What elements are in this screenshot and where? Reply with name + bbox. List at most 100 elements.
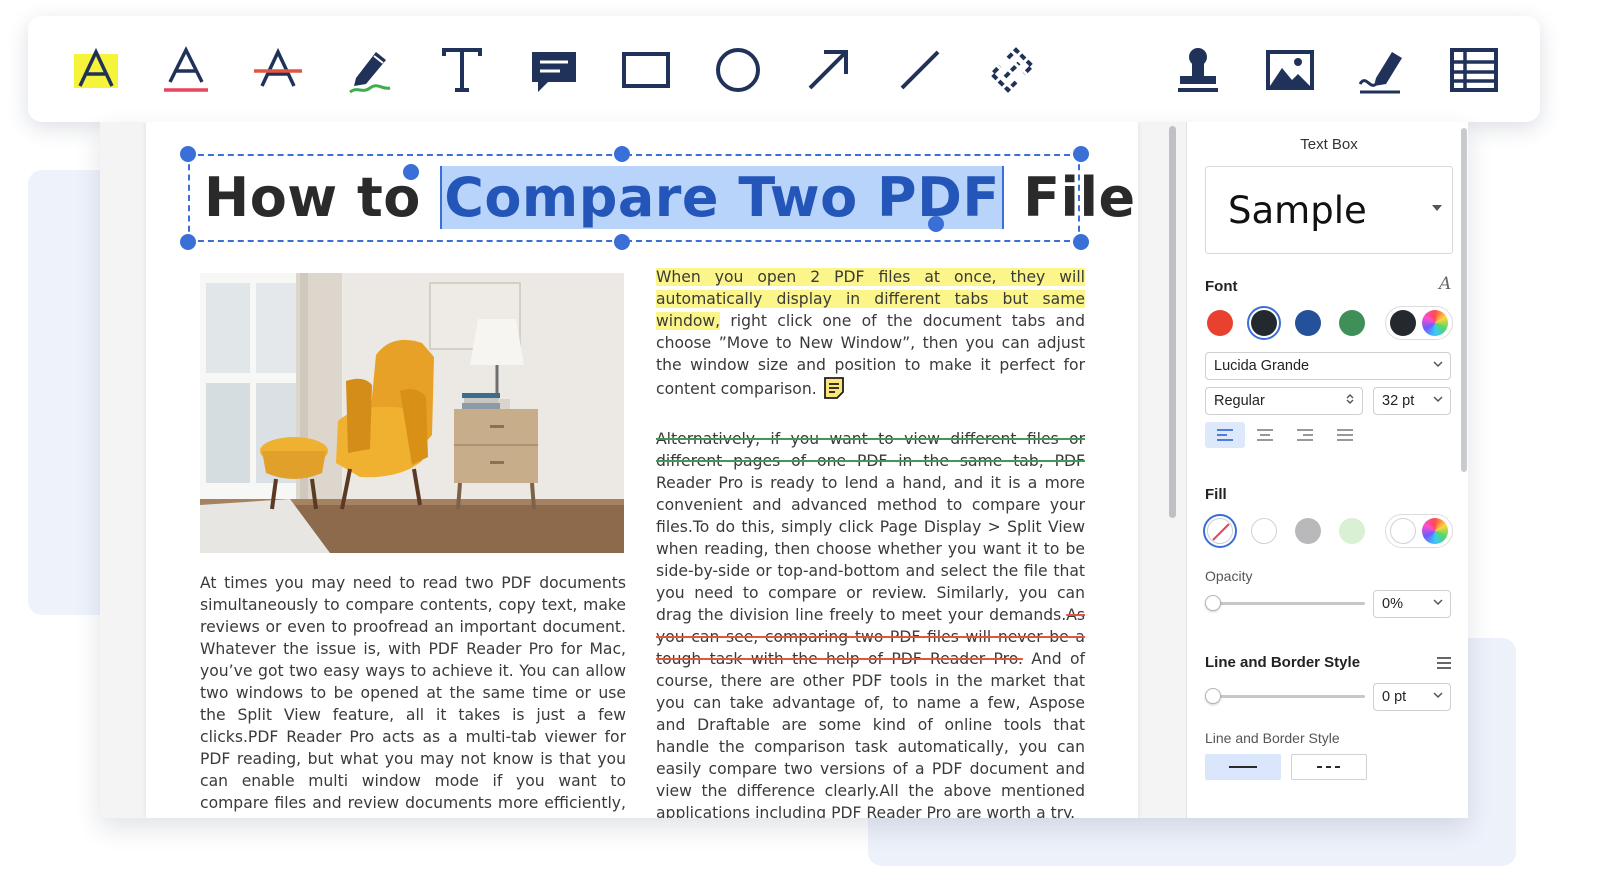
resize-handle-top-left[interactable] <box>180 146 196 162</box>
font-color-black[interactable] <box>1251 310 1277 336</box>
rectangle-tool-button[interactable] <box>616 40 676 100</box>
fill-light-green-swatch[interactable] <box>1339 518 1365 544</box>
font-color-green[interactable] <box>1339 310 1365 336</box>
arrow-icon <box>808 50 848 90</box>
text-style-preset-dropdown[interactable]: Sample <box>1205 166 1453 254</box>
stepper-icon <box>1346 394 1354 404</box>
font-family-select[interactable]: Lucida Grande <box>1205 352 1451 380</box>
line-width-slider-track[interactable] <box>1211 695 1365 698</box>
resize-handle-top-middle[interactable] <box>614 146 630 162</box>
chevron-down-icon <box>1433 361 1443 368</box>
freehand-tool-button[interactable] <box>340 40 400 100</box>
editor-window: How to Compare Two PDF Files <box>100 122 1468 818</box>
line-tool-button[interactable] <box>890 40 950 100</box>
stamp-tool-button[interactable] <box>1168 40 1228 100</box>
fill-section-label: Fill <box>1205 486 1227 503</box>
paragraph-2: Alternatively, if you want to view diffe… <box>656 428 1085 818</box>
rectangle-icon <box>622 52 670 88</box>
line-width-slider-knob[interactable] <box>1205 688 1221 704</box>
font-family-value: Lucida Grande <box>1214 358 1310 374</box>
font-size-select[interactable]: 32 pt <box>1373 387 1451 415</box>
highlight-tool-button[interactable] <box>66 40 126 100</box>
link-tool-button[interactable] <box>982 40 1042 100</box>
font-color-red[interactable] <box>1207 310 1233 336</box>
signature-tool-button[interactable] <box>1352 40 1412 100</box>
document-scrollbar[interactable] <box>1169 126 1176 518</box>
panel-title: Text Box <box>1300 136 1358 153</box>
align-left-button[interactable] <box>1205 422 1245 448</box>
align-right-button[interactable] <box>1285 422 1325 448</box>
title-selected-text[interactable]: Compare Two PDF <box>440 166 1004 229</box>
arrow-tool-button[interactable] <box>798 40 858 100</box>
dashed-line-style-button[interactable] <box>1291 754 1367 780</box>
font-color-blue[interactable] <box>1295 310 1321 336</box>
chevron-down-icon <box>1433 599 1443 606</box>
opacity-slider-track[interactable] <box>1211 602 1365 605</box>
paragraph-1: When you open 2 PDF files at once, they … <box>656 266 1085 406</box>
align-right-icon <box>1297 429 1313 441</box>
fill-white-swatch[interactable] <box>1251 518 1277 544</box>
fill-gray-swatch[interactable] <box>1295 518 1321 544</box>
font-style-value: Regular <box>1214 393 1265 409</box>
custom-color-swatch <box>1390 310 1416 336</box>
resize-handle-bottom-right[interactable] <box>1073 234 1089 250</box>
sample-preview: Sample <box>1228 189 1367 232</box>
highlighter-a-icon <box>74 47 118 88</box>
document-title[interactable]: How to Compare Two PDF Files <box>204 166 1138 229</box>
custom-fill-picker[interactable] <box>1385 514 1453 548</box>
resize-handle-top-right[interactable] <box>1073 146 1089 162</box>
right-text-column[interactable]: When you open 2 PDF files at once, they … <box>656 266 1085 818</box>
strikethrough-a-icon <box>254 47 302 87</box>
text-t-icon <box>442 48 482 92</box>
list-menu-icon[interactable] <box>1437 656 1451 674</box>
solid-line-style-button[interactable] <box>1205 754 1281 780</box>
solid-line-icon <box>1229 766 1257 768</box>
left-text-column[interactable]: At times you may need to read two PDF do… <box>200 572 626 818</box>
opacity-label: Opacity <box>1205 568 1253 584</box>
resize-handle-bottom-left[interactable] <box>180 234 196 250</box>
font-section-label: Font <box>1205 278 1238 295</box>
align-justify-icon <box>1337 429 1353 441</box>
annotation-toolbar <box>28 16 1540 122</box>
circle-icon <box>716 48 760 92</box>
table-tool-button[interactable] <box>1444 40 1504 100</box>
table-icon <box>1450 48 1498 92</box>
pdf-page: How to Compare Two PDF Files <box>146 122 1138 818</box>
fill-none-swatch[interactable] <box>1207 518 1233 544</box>
strikethrough-tool-button[interactable] <box>248 40 308 100</box>
align-left-icon <box>1217 429 1233 441</box>
font-style-icon[interactable]: A <box>1439 274 1451 294</box>
panel-scrollbar[interactable] <box>1461 128 1467 472</box>
line-style-section-label: Line and Border Style <box>1205 654 1361 671</box>
opacity-select[interactable]: 0% <box>1373 590 1451 618</box>
oval-tool-button[interactable] <box>708 40 768 100</box>
paragraph-2-text: Reader Pro is ready to lend a hand, and … <box>656 474 1085 624</box>
custom-fill-swatch <box>1390 518 1416 544</box>
font-size-value: 32 pt <box>1382 393 1415 409</box>
paragraph-1-text: right click one of the document tabs and… <box>656 312 1085 398</box>
align-center-button[interactable] <box>1245 422 1285 448</box>
properties-panel: Text Box Sample Font A Lucida Grande Reg… <box>1186 122 1468 818</box>
custom-color-picker[interactable] <box>1385 306 1453 340</box>
title-part-after: Files <box>1023 166 1138 229</box>
opacity-slider-knob[interactable] <box>1205 595 1221 611</box>
line-style-sub-label: Line and Border Style <box>1205 730 1340 746</box>
note-tool-button[interactable] <box>524 40 584 100</box>
resize-handle-bottom-middle[interactable] <box>614 234 630 250</box>
line-width-value: 0 pt <box>1382 689 1407 705</box>
font-style-select[interactable]: Regular <box>1205 387 1363 415</box>
line-icon <box>900 50 940 90</box>
pen-icon <box>349 52 391 94</box>
selection-handle-start[interactable] <box>403 164 419 180</box>
image-tool-button[interactable] <box>1260 40 1320 100</box>
chevron-down-icon <box>1433 396 1443 403</box>
underline-tool-button[interactable] <box>156 40 216 100</box>
stamp-icon <box>1178 48 1218 92</box>
strikethrough-green-text[interactable]: Alternatively, if you want to view diffe… <box>656 430 1085 470</box>
align-center-icon <box>1257 429 1273 441</box>
text-tool-button[interactable] <box>432 40 492 100</box>
selection-handle-end[interactable] <box>928 216 944 232</box>
line-width-select[interactable]: 0 pt <box>1373 683 1451 711</box>
note-icon[interactable] <box>823 376 845 406</box>
align-justify-button[interactable] <box>1325 422 1365 448</box>
